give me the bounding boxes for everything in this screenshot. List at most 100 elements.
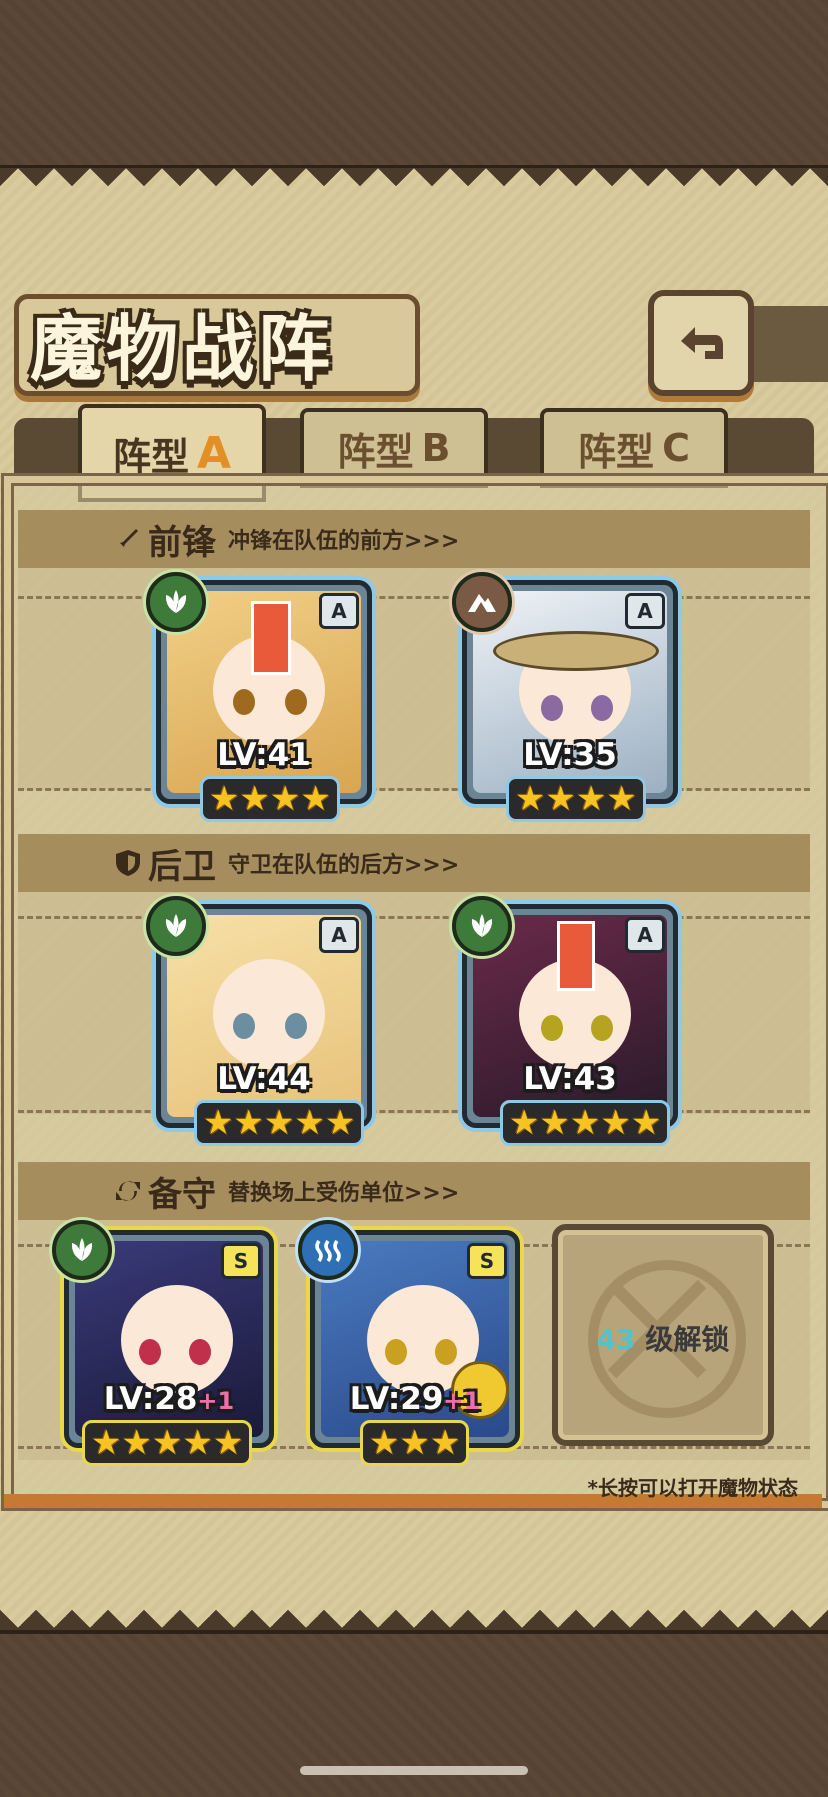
- eye: [233, 1013, 255, 1039]
- straw-hat: [493, 631, 659, 671]
- unlock-level: 43: [596, 1323, 636, 1356]
- talisman: [557, 921, 595, 991]
- level-bonus: +1: [197, 1387, 235, 1415]
- divider: [18, 916, 810, 919]
- star-rating: ★ ★ ★ ★: [506, 776, 646, 822]
- star-icon: ★: [239, 779, 270, 819]
- rank-badge: S: [467, 1243, 507, 1279]
- eye: [541, 695, 563, 721]
- rank-badge: A: [625, 593, 665, 629]
- level-value: LV:41: [217, 737, 311, 773]
- leaf-icon: [52, 1220, 112, 1280]
- monster-face: [121, 1285, 233, 1395]
- section-title: 备守: [148, 1174, 216, 1215]
- divider: [18, 1110, 810, 1113]
- swap-icon: [110, 1173, 146, 1209]
- locked-slot[interactable]: 43 级解锁: [552, 1224, 774, 1446]
- rank-badge: A: [625, 917, 665, 953]
- star-icon: ★: [203, 1103, 234, 1143]
- rank-badge: A: [319, 593, 359, 629]
- leaf-icon: [146, 572, 206, 632]
- level-value: LV:44: [217, 1061, 311, 1097]
- map-background-top: [0, 0, 828, 169]
- section-header-back: 后卫 守卫在队伍的后方>>>: [18, 834, 810, 892]
- star-icon: ★: [233, 1103, 264, 1143]
- section-header-front: 前锋 冲锋在队伍的前方>>>: [18, 510, 810, 568]
- rank-badge: A: [319, 917, 359, 953]
- eye: [385, 1339, 407, 1365]
- level-label: LV:43: [467, 1061, 673, 1097]
- unlock-text: 级解锁: [645, 1323, 730, 1356]
- star-icon: ★: [209, 779, 240, 819]
- star-icon: ★: [545, 779, 576, 819]
- leaf-icon: [146, 896, 206, 956]
- star-icon: ★: [606, 779, 637, 819]
- level-bonus: +1: [443, 1387, 481, 1415]
- star-icon: ★: [600, 1103, 631, 1143]
- star-rating: ★ ★ ★ ★ ★: [500, 1100, 671, 1146]
- star-icon: ★: [121, 1423, 152, 1463]
- divider: [18, 788, 810, 791]
- level-value: LV:29: [349, 1381, 444, 1417]
- star-icon: ★: [575, 779, 607, 819]
- tab-label: 阵型: [112, 434, 189, 479]
- eye: [591, 695, 613, 721]
- sword-icon: [110, 521, 146, 557]
- level-label: LV:29+1: [315, 1381, 515, 1417]
- divider: [18, 596, 810, 599]
- star-icon: ★: [182, 1423, 213, 1463]
- star-icon: ★: [539, 1103, 570, 1143]
- tab-letter: C: [662, 426, 690, 470]
- section-desc: 守卫在队伍的后方>>>: [228, 853, 460, 878]
- unlock-label: 43 级解锁: [558, 1318, 768, 1358]
- level-label: LV:41: [161, 737, 367, 773]
- leaf-icon: [452, 896, 512, 956]
- tab-letter: B: [421, 426, 451, 470]
- level-value: LV:43: [523, 1061, 617, 1097]
- level-value: LV:28: [103, 1381, 198, 1417]
- star-icon: ★: [369, 1423, 400, 1463]
- eye: [435, 1339, 457, 1365]
- level-label: LV:28+1: [69, 1381, 269, 1417]
- section-desc: 替换场上受伤单位>>>: [228, 1181, 460, 1206]
- eye: [139, 1339, 161, 1365]
- star-icon: ★: [399, 1423, 430, 1463]
- star-icon: ★: [212, 1423, 244, 1463]
- star-icon: ★: [269, 779, 301, 819]
- star-rating: ★ ★ ★ ★ ★: [82, 1420, 253, 1466]
- back-row: [18, 892, 810, 1114]
- star-icon: ★: [515, 779, 546, 819]
- star-icon: ★: [151, 1423, 183, 1463]
- water-icon: [298, 1220, 358, 1280]
- panel-edge-bottom: [0, 1606, 828, 1628]
- talisman: [251, 601, 291, 675]
- home-indicator[interactable]: [300, 1766, 528, 1775]
- level-value: LV:35: [523, 737, 617, 773]
- rank-badge: S: [221, 1243, 261, 1279]
- star-icon: ★: [429, 1423, 461, 1463]
- star-rating: ★ ★ ★ ★: [200, 776, 340, 822]
- rock-icon: [452, 572, 512, 632]
- star-icon: ★: [294, 1103, 325, 1143]
- level-label: LV:35: [467, 737, 673, 773]
- star-icon: ★: [569, 1103, 601, 1143]
- tab-label: 阵型: [337, 429, 414, 474]
- page-title: 魔物战阵: [30, 306, 335, 391]
- eye: [285, 689, 307, 715]
- star-icon: ★: [300, 779, 331, 819]
- star-icon: ★: [263, 1103, 295, 1143]
- shield-icon: [110, 845, 146, 881]
- eye: [591, 1015, 613, 1041]
- eye: [285, 1013, 307, 1039]
- section-title: 前锋: [148, 522, 216, 563]
- tab-label: 阵型: [578, 429, 655, 474]
- eye: [189, 1339, 211, 1365]
- section-header-reserve: 备守 替换场上受伤单位>>>: [18, 1162, 810, 1220]
- front-row: [18, 568, 810, 790]
- star-icon: ★: [630, 1103, 662, 1143]
- star-rating: ★ ★ ★ ★ ★: [194, 1100, 365, 1146]
- star-rating: ★ ★ ★: [360, 1420, 470, 1466]
- monster-face: [213, 959, 325, 1069]
- eye: [541, 1015, 563, 1041]
- back-button[interactable]: [648, 290, 754, 396]
